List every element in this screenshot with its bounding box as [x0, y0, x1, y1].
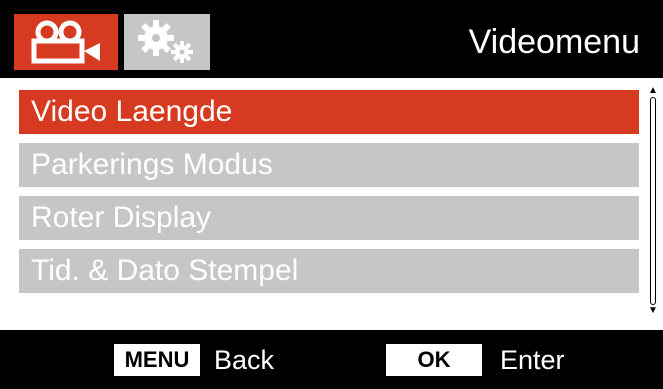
- menu-list: Video Laengde Parkerings Modus Roter Dis…: [19, 90, 639, 302]
- back-label: Back: [214, 345, 275, 375]
- scroll-track[interactable]: [650, 97, 656, 305]
- scroll-up-arrow-icon[interactable]: ▲: [648, 86, 658, 96]
- gears-icon: [138, 20, 193, 63]
- scroll-down-arrow-icon[interactable]: ▼: [648, 306, 658, 316]
- enter-label: Enter: [500, 345, 565, 375]
- menu-item-time-date-stamp[interactable]: Tid. & Dato Stempel: [19, 249, 639, 293]
- tab-settings[interactable]: [124, 14, 210, 70]
- menu-item-video-length[interactable]: Video Laengde: [19, 90, 639, 134]
- menu-key-badge[interactable]: MENU: [114, 344, 200, 376]
- header-bar: Videomenu: [0, 0, 663, 84]
- footer-bar: MENU Back OK Enter: [0, 330, 663, 389]
- scrollbar[interactable]: ▲ ▼: [648, 86, 658, 316]
- menu-item-parking-mode[interactable]: Parkerings Modus: [19, 143, 639, 187]
- video-camera-icon: [31, 20, 100, 64]
- menu-panel: Video Laengde Parkerings Modus Roter Dis…: [0, 78, 663, 330]
- tab-video[interactable]: [14, 14, 118, 70]
- ok-key-badge[interactable]: OK: [386, 344, 482, 376]
- menu-item-rotate-display[interactable]: Roter Display: [19, 196, 639, 240]
- dashcam-screen: Videomenu Video Laengde Parkerings Modus…: [0, 0, 663, 389]
- page-title: Videomenu: [468, 23, 640, 61]
